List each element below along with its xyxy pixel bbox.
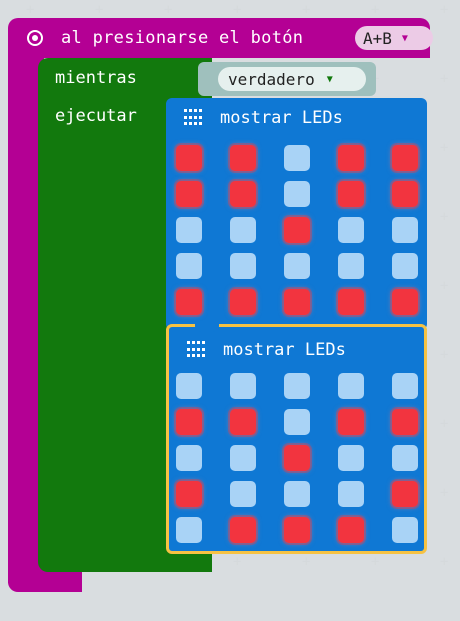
led-1-3[interactable] [338, 409, 364, 435]
led-2-0[interactable] [176, 445, 202, 471]
show-leds-block[interactable]: mostrar LEDs [166, 98, 427, 330]
button-dropdown[interactable]: A+B ▼ [355, 26, 433, 50]
led-1-1[interactable] [230, 409, 256, 435]
radio-target-icon [27, 30, 43, 46]
led-1-2[interactable] [284, 181, 310, 207]
led-2-4[interactable] [392, 217, 418, 243]
led-1-4[interactable] [392, 181, 418, 207]
led-2-1[interactable] [230, 445, 256, 471]
led-4-0[interactable] [176, 289, 202, 315]
led-0-0[interactable] [176, 145, 202, 171]
led-0-4[interactable] [392, 145, 418, 171]
led-3-1[interactable] [230, 253, 256, 279]
led-matrix [176, 145, 418, 315]
led-3-0[interactable] [176, 253, 202, 279]
event-label: al presionarse el botón [61, 28, 304, 48]
led-0-4[interactable] [392, 373, 418, 399]
grid-plus-mark: + [440, 209, 449, 225]
led-1-2[interactable] [284, 409, 310, 435]
grid-plus-mark: + [371, 554, 380, 570]
while-label: mientras [55, 68, 137, 88]
on-button-pressed-block[interactable]: al presionarse el botón A+B ▼ [8, 18, 433, 58]
led-4-2[interactable] [284, 517, 310, 543]
grid-plus-mark: + [302, 2, 311, 18]
led-3-4[interactable] [392, 481, 418, 507]
led-4-1[interactable] [230, 289, 256, 315]
grid-plus-mark: + [440, 554, 449, 570]
grid-plus-mark: + [95, 2, 104, 18]
led-2-2[interactable] [284, 445, 310, 471]
grid-plus-mark: + [26, 2, 35, 18]
led-1-4[interactable] [392, 409, 418, 435]
led-1-1[interactable] [230, 181, 256, 207]
led-2-2[interactable] [284, 217, 310, 243]
led-3-2[interactable] [284, 481, 310, 507]
led-0-1[interactable] [230, 373, 256, 399]
led-4-4[interactable] [392, 517, 418, 543]
led-3-4[interactable] [392, 253, 418, 279]
show-leds-title: mostrar LEDs [223, 340, 346, 360]
grid-plus-mark: + [233, 2, 242, 18]
led-4-4[interactable] [392, 289, 418, 315]
led-grid-icon [187, 341, 205, 359]
grid-plus-mark: + [440, 71, 449, 87]
led-0-2[interactable] [284, 373, 310, 399]
led-1-0[interactable] [176, 409, 202, 435]
led-3-0[interactable] [176, 481, 202, 507]
grid-plus-mark: + [440, 416, 449, 432]
led-4-0[interactable] [176, 517, 202, 543]
led-0-0[interactable] [176, 373, 202, 399]
show-leds-block-selected[interactable]: mostrar LEDs [166, 324, 427, 554]
led-3-1[interactable] [230, 481, 256, 507]
grid-plus-mark: + [440, 278, 449, 294]
led-grid-icon [184, 109, 202, 127]
grid-plus-mark: + [440, 347, 449, 363]
led-0-3[interactable] [338, 145, 364, 171]
led-3-3[interactable] [338, 481, 364, 507]
led-2-3[interactable] [338, 445, 364, 471]
led-0-3[interactable] [338, 373, 364, 399]
grid-plus-mark: + [302, 554, 311, 570]
led-4-3[interactable] [338, 289, 364, 315]
grid-plus-mark: + [164, 2, 173, 18]
led-3-3[interactable] [338, 253, 364, 279]
led-1-3[interactable] [338, 181, 364, 207]
led-1-0[interactable] [176, 181, 202, 207]
led-0-2[interactable] [284, 145, 310, 171]
grid-plus-mark: + [440, 2, 449, 18]
chevron-down-icon: ▼ [326, 73, 333, 85]
condition-value: verdadero [228, 69, 315, 89]
led-2-3[interactable] [338, 217, 364, 243]
led-0-1[interactable] [230, 145, 256, 171]
grid-plus-mark: + [440, 485, 449, 501]
chevron-down-icon: ▼ [401, 32, 408, 44]
led-2-0[interactable] [176, 217, 202, 243]
led-4-3[interactable] [338, 517, 364, 543]
button-dropdown-value: A+B [363, 28, 392, 48]
led-matrix [176, 373, 418, 543]
grid-plus-mark: + [440, 140, 449, 156]
led-4-1[interactable] [230, 517, 256, 543]
led-2-1[interactable] [230, 217, 256, 243]
led-3-2[interactable] [284, 253, 310, 279]
led-2-4[interactable] [392, 445, 418, 471]
show-leds-title: mostrar LEDs [220, 108, 343, 128]
block-notch [195, 324, 219, 332]
condition-dropdown[interactable]: verdadero ▼ [218, 67, 366, 91]
do-label: ejecutar [55, 106, 137, 126]
grid-plus-mark: + [233, 554, 242, 570]
grid-plus-mark: + [371, 2, 380, 18]
led-4-2[interactable] [284, 289, 310, 315]
